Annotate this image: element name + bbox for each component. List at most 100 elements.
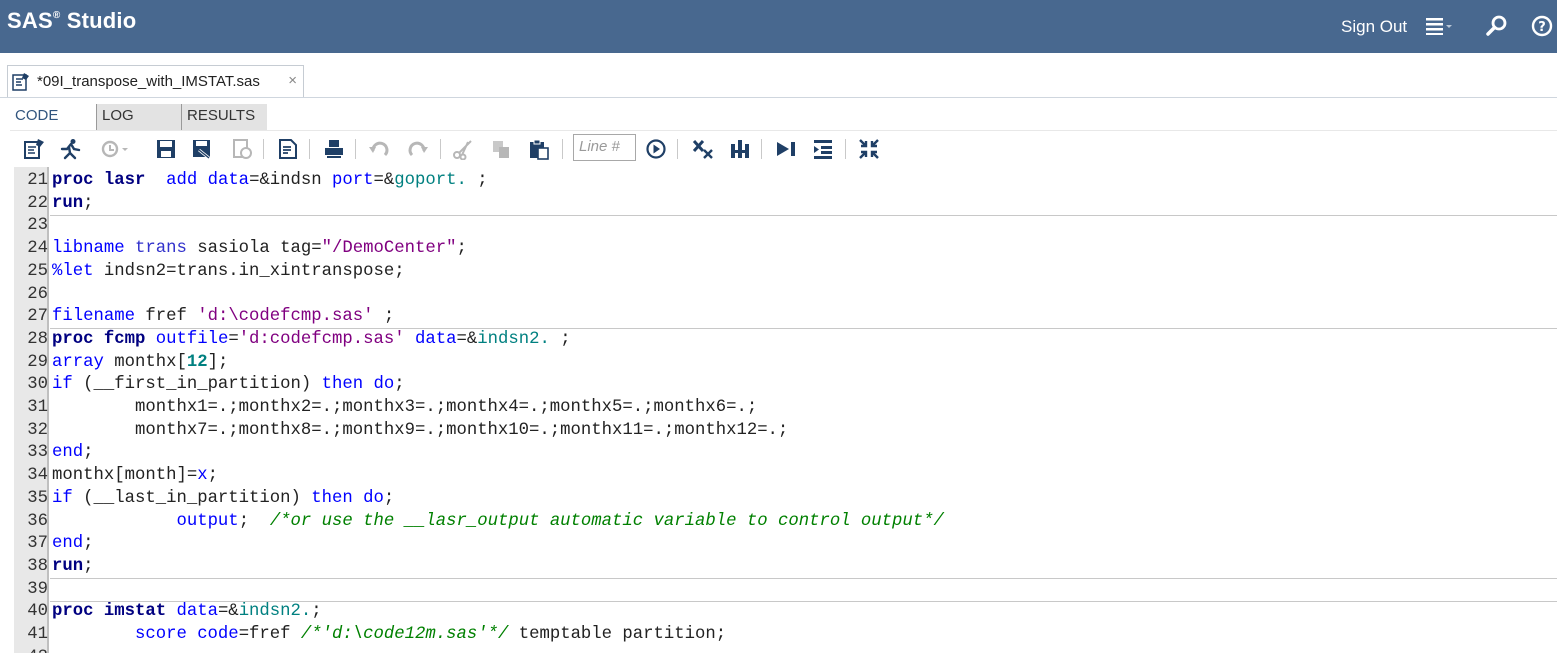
code-line[interactable]: 32 monthx7=.;monthx8=.;monthx9=.;monthx1… — [14, 420, 1557, 443]
code-text[interactable]: run; — [52, 556, 94, 579]
open-icon[interactable] — [230, 137, 254, 161]
app-header: SAS® Studio Sign Out ? — [0, 0, 1557, 53]
sign-out-link[interactable]: Sign Out — [1341, 17, 1407, 37]
tab-code[interactable]: CODE — [10, 104, 96, 130]
code-text[interactable]: if (__first_in_partition) then do; — [52, 374, 405, 397]
search-icon[interactable] — [1482, 12, 1512, 40]
undo-icon[interactable] — [367, 137, 391, 161]
brand-main: SAS — [7, 8, 53, 33]
code-line[interactable]: 22 run; — [14, 193, 1557, 216]
format-code-icon[interactable] — [276, 137, 300, 161]
toolbar-divider — [263, 139, 264, 159]
close-tab-icon[interactable]: × — [288, 72, 297, 89]
code-text[interactable]: score code=fref /*'d:\code12m.sas'*/ tem… — [52, 624, 726, 647]
go-to-line-icon[interactable] — [644, 137, 668, 161]
line-number: 34 — [27, 466, 48, 486]
tab-log[interactable]: LOG — [96, 104, 181, 130]
line-number-input[interactable]: Line # — [573, 134, 636, 161]
line-number: 36 — [27, 511, 48, 531]
code-text[interactable]: filename fref 'd:\codefcmp.sas' ; — [52, 306, 394, 329]
line-number: 24 — [27, 239, 48, 259]
code-toolbar: Line # — [10, 130, 1557, 167]
history-icon[interactable] — [100, 137, 130, 161]
line-number: 27 — [27, 307, 48, 327]
code-line[interactable]: 41 score code=fref /*'d:\code12m.sas'*/ … — [14, 624, 1557, 647]
print-icon[interactable] — [322, 137, 346, 161]
document-tab-title: *09I_transpose_with_IMSTAT.sas — [37, 73, 260, 90]
line-number: 28 — [27, 329, 48, 349]
code-line[interactable]: 30 if (__first_in_partition) then do; — [14, 374, 1557, 397]
line-number: 23 — [27, 216, 48, 236]
code-line[interactable]: 24 libname trans sasiola tag="/DemoCenter… — [14, 238, 1557, 261]
brand-suffix: Studio — [60, 8, 137, 33]
code-line[interactable]: 42 — [14, 647, 1557, 653]
submit-icon[interactable] — [774, 137, 798, 161]
code-text[interactable]: proc lasr add data=&indsn port=&goport. … — [52, 170, 488, 193]
code-editor[interactable]: 21 proc lasr add data=&indsn port=&goport… — [14, 167, 1557, 653]
brand-registered: ® — [52, 10, 61, 21]
code-text[interactable]: end; — [52, 533, 94, 556]
code-line[interactable]: 37 end; — [14, 533, 1557, 556]
code-text[interactable]: proc fcmp outfile='d:codefcmp.sas' data=… — [52, 329, 571, 352]
svg-text:?: ? — [1538, 20, 1546, 35]
copy-icon[interactable] — [489, 137, 513, 161]
save-as-icon[interactable] — [190, 137, 214, 161]
app-brand: SAS® Studio — [7, 8, 136, 34]
line-number: 31 — [27, 398, 48, 417]
redo-icon[interactable] — [406, 137, 430, 161]
paste-icon[interactable] — [527, 137, 551, 161]
code-line[interactable]: 35 if (__last_in_partition) then do; — [14, 488, 1557, 511]
code-text[interactable]: monthx7=.;monthx8=.;monthx9=.;monthx10=.… — [52, 420, 788, 443]
code-line[interactable]: 39 — [14, 579, 1557, 602]
document-tab[interactable]: *09I_transpose_with_IMSTAT.sas × — [7, 65, 304, 97]
line-number: 38 — [27, 556, 48, 576]
query-icon[interactable] — [728, 137, 752, 161]
tab-results[interactable]: RESULTS — [181, 104, 267, 130]
save-icon[interactable] — [154, 137, 178, 161]
code-line[interactable]: 28 proc fcmp outfile='d:codefcmp.sas' dat… — [14, 329, 1557, 352]
code-line[interactable]: 38 run; — [14, 556, 1557, 579]
code-text[interactable]: %let indsn2=trans.in_xintranspose; — [52, 261, 405, 284]
code-text[interactable]: if (__last_in_partition) then do; — [52, 488, 394, 511]
code-line[interactable]: 21 proc lasr add data=&indsn port=&goport… — [14, 170, 1557, 193]
code-line[interactable]: 31 monthx1=.;monthx2=.;monthx3=.;monthx4… — [14, 397, 1557, 420]
code-line[interactable]: 36 output; /*or use the __lasr_output au… — [14, 511, 1557, 534]
code-text[interactable]: run; — [52, 193, 94, 216]
line-number: 42 — [14, 647, 48, 653]
line-number: 25 — [27, 261, 48, 281]
code-line[interactable]: 25 %let indsn2=trans.in_xintranspose; — [14, 261, 1557, 284]
run-icon[interactable] — [58, 137, 82, 161]
code-line[interactable]: 26 — [14, 284, 1557, 307]
code-line[interactable]: 34 monthx[month]=x; — [14, 465, 1557, 488]
help-icon[interactable]: ? — [1527, 12, 1557, 40]
line-number: 33 — [27, 443, 48, 463]
clear-icon[interactable] — [691, 137, 715, 161]
maximize-icon[interactable] — [857, 137, 881, 161]
code-text[interactable]: proc imstat data=&indsn2.; — [52, 601, 322, 624]
code-text[interactable]: array monthx[12]; — [52, 352, 228, 375]
code-line[interactable]: 29 array monthx[12]; — [14, 352, 1557, 375]
line-number: 41 — [27, 625, 48, 644]
code-line[interactable]: 23 — [14, 215, 1557, 238]
line-number: 40 — [27, 602, 48, 622]
cut-icon[interactable] — [451, 137, 475, 161]
line-number: 22 — [27, 193, 48, 213]
code-text[interactable]: libname trans sasiola tag="/DemoCenter"; — [52, 238, 467, 261]
toolbar-divider — [761, 139, 762, 159]
toolbar-divider — [677, 139, 678, 159]
code-line[interactable]: 27 filename fref 'd:\codefcmp.sas' ; — [14, 306, 1557, 329]
line-number: 39 — [27, 579, 48, 599]
code-text[interactable]: end; — [52, 442, 94, 465]
new-options-icon[interactable] — [22, 137, 46, 161]
sas-program-icon — [11, 72, 31, 92]
snippets-icon[interactable] — [811, 137, 835, 161]
code-text[interactable]: monthx1=.;monthx2=.;monthx3=.;monthx4=.;… — [52, 397, 757, 420]
code-line[interactable]: 33 end; — [14, 442, 1557, 465]
line-number: 26 — [27, 284, 48, 304]
code-text[interactable]: output; /*or use the __lasr_output autom… — [52, 511, 943, 534]
code-line[interactable]: 40 proc imstat data=&indsn2.; — [14, 601, 1557, 624]
toolbar-divider — [309, 139, 310, 159]
menu-icon[interactable] — [1424, 12, 1454, 40]
line-number: 32 — [27, 420, 48, 440]
code-text[interactable]: monthx[month]=x; — [52, 465, 218, 488]
